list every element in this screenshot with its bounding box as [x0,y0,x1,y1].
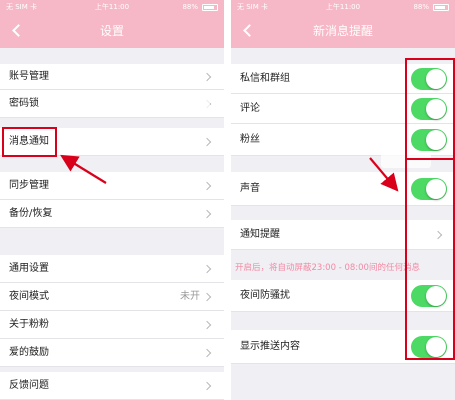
blur-overlay [271,97,311,113]
settings-item-label: 密码锁 [9,98,39,109]
settings-item-night-mode[interactable]: 夜间模式 未开 [0,283,224,311]
setting-row-notify-reminder[interactable]: 通知提醒 [231,220,455,250]
annotation-vertical-line [405,160,407,360]
chevron-right-icon [202,72,212,82]
setting-label: 夜间防骚扰 [240,290,290,301]
chevron-right-icon [202,137,212,147]
setting-label: 通知提醒 [240,229,280,240]
chevron-right-icon [202,320,212,330]
sound-toggle[interactable] [411,178,447,200]
battery-icon [202,4,218,11]
chevron-right-icon [202,209,212,219]
nav-bar: 新消息提醒 [231,14,455,48]
page-title: 设置 [99,24,124,38]
back-arrow-icon[interactable] [243,24,256,37]
settings-item-backup[interactable]: 备份/恢复 [0,200,224,228]
setting-label: 粉丝 [240,134,260,145]
night-dnd-hint: 开启后，将自动屏蔽23:00 - 08:00间的任何消息 [235,263,420,273]
chevron-right-icon [202,181,212,191]
chevron-right-icon [202,264,212,274]
settings-item-label: 备份/恢复 [9,208,53,219]
back-arrow-icon[interactable] [12,24,25,37]
setting-row-sound: 声音 [231,172,455,206]
annotation-highlight-box [405,58,455,160]
settings-item-label: 账号管理 [9,71,49,82]
setting-label: 声音 [240,183,260,194]
status-bar: 无 SIM 卡 上午11:00 88% [0,0,224,14]
night-mode-value: 未开 [180,291,200,302]
settings-item-account[interactable]: 账号管理 [0,64,224,90]
new-message-alert-screen: 无 SIM 卡 上午11:00 88% 新消息提醒 私信和群组 评论 粉丝 声音… [231,0,455,400]
settings-screen: 无 SIM 卡 上午11:00 88% 设置 账号管理 密码锁 消息通知 同步管… [0,0,224,400]
settings-item-sync[interactable]: 同步管理 [0,172,224,200]
chevron-right-icon [202,292,212,302]
settings-item-label: 爱的鼓励 [9,347,49,358]
setting-label: 评论 [240,103,260,114]
settings-item-label: 反馈问题 [9,380,49,391]
page-title: 新消息提醒 [312,24,373,38]
setting-row-night-dnd: 夜间防骚扰 [231,280,455,312]
battery-percent: 88% [413,3,429,11]
nav-bar: 设置 [0,14,224,48]
setting-label: 私信和群组 [240,73,290,84]
battery-percent: 88% [182,3,198,11]
annotation-highlight-box [2,127,57,157]
annotation-bottom-line [405,358,455,360]
battery-icon [433,4,449,11]
settings-item-general[interactable]: 通用设置 [0,255,224,283]
settings-item-label: 夜间模式 [9,291,49,302]
chevron-right-icon [202,348,212,358]
blur-overlay [150,96,210,112]
settings-item-about[interactable]: 关于粉粉 [0,311,224,339]
status-bar: 无 SIM 卡 上午11:00 88% [231,0,455,14]
settings-item-label: 通用设置 [9,263,49,274]
chevron-right-icon [202,381,212,391]
chevron-right-icon [433,230,443,240]
settings-item-label: 同步管理 [9,180,49,191]
night-dnd-toggle[interactable] [411,285,447,307]
blur-overlay [130,378,200,396]
settings-item-encourage[interactable]: 爱的鼓励 [0,339,224,367]
setting-label: 显示推送内容 [240,341,300,352]
settings-item-label: 关于粉粉 [9,319,49,330]
show-push-content-toggle[interactable] [411,336,447,358]
